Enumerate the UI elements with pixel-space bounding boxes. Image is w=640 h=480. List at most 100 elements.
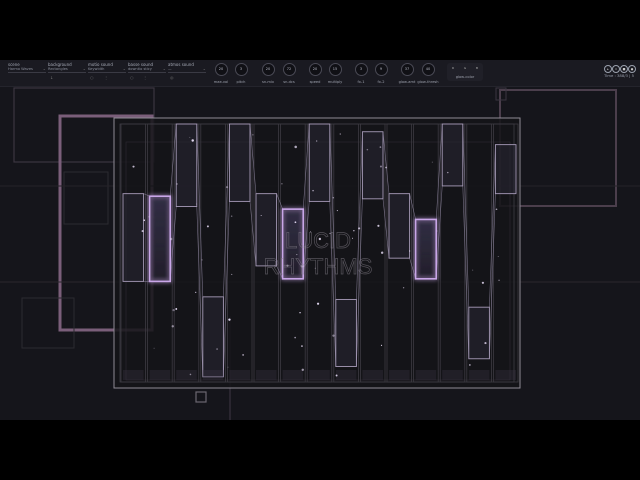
- transport-controls: ▸ ॥ ■ ●: [604, 65, 638, 73]
- stop-icon[interactable]: ■: [620, 65, 628, 73]
- particle: [332, 197, 335, 199]
- particle: [201, 259, 203, 261]
- particle: [216, 348, 218, 350]
- knob-dial[interactable]: 37: [400, 63, 414, 76]
- rhythm-bar: [148, 195, 172, 283]
- scene-dropdown[interactable]: scene Harmo Waves: [8, 62, 46, 73]
- rhythm-bar: [441, 123, 464, 187]
- particle: [171, 325, 174, 328]
- particle: [132, 165, 135, 168]
- motio-sound-dropdown[interactable]: motio sound Keywidth: [88, 62, 126, 73]
- bar-base-glow: [389, 370, 410, 380]
- record-icon[interactable]: ●: [628, 65, 636, 73]
- bar-base-glow: [123, 370, 144, 380]
- basse-option-icon-a[interactable]: ○: [130, 75, 134, 80]
- motio-option-icon-a[interactable]: ○: [90, 75, 94, 80]
- rhythm-bar: [414, 218, 438, 280]
- particle: [379, 146, 382, 148]
- bar-base-glow: [442, 370, 463, 380]
- particle: [301, 368, 304, 371]
- particle: [228, 318, 231, 321]
- particle: [385, 166, 387, 169]
- motio-option-icon-b[interactable]: ⋮: [104, 75, 108, 80]
- basse-sound-value[interactable]: downtio sticy: [128, 66, 166, 73]
- knob-dial[interactable]: 9: [374, 63, 388, 76]
- background-value[interactable]: Rectangles: [48, 66, 86, 73]
- knob-label: glow-thresh: [417, 80, 439, 84]
- scene-value[interactable]: Harmo Waves: [8, 66, 46, 73]
- particle: [153, 347, 155, 349]
- particle: [294, 336, 296, 339]
- bar-base-glow: [149, 370, 171, 380]
- rhythm-bar: [308, 123, 331, 202]
- background-option-icon[interactable]: ↓: [50, 75, 53, 80]
- bg-rect: [63, 171, 109, 225]
- bg-rect: [21, 297, 75, 349]
- particle: [260, 215, 262, 216]
- rhythm-bar: [122, 193, 145, 282]
- particle: [336, 210, 338, 212]
- particle: [169, 237, 173, 241]
- rhythm-bar: [335, 298, 357, 367]
- particle: [175, 308, 178, 310]
- pause-icon[interactable]: ॥: [612, 65, 620, 73]
- particle: [339, 133, 341, 135]
- glow-color-picker[interactable]: R G B glow-color: [447, 63, 483, 81]
- particle: [294, 221, 297, 224]
- glow-color-g[interactable]: G: [462, 65, 468, 71]
- particle: [230, 215, 233, 217]
- particle: [196, 203, 198, 205]
- glow-color-r[interactable]: R: [450, 65, 456, 71]
- particle: [316, 302, 320, 305]
- knob-dial[interactable]: 15: [328, 63, 342, 76]
- particle: [498, 279, 500, 281]
- knob-dial[interactable]: 40: [421, 63, 435, 76]
- particle: [195, 291, 197, 294]
- rhythm-bar: [468, 306, 490, 360]
- rhythm-bar: [202, 296, 224, 378]
- knob-pitch[interactable]: 3 pitch: [226, 63, 256, 84]
- background-dropdown[interactable]: background Rectangles: [48, 62, 86, 73]
- knob-glow-thresh[interactable]: 40 glow-thresh: [413, 63, 443, 84]
- bar-base-glow: [282, 370, 304, 380]
- glow-color-b[interactable]: B: [474, 65, 480, 71]
- atmos-option-icon[interactable]: ◎: [170, 75, 174, 80]
- knob-dial[interactable]: 3: [234, 63, 248, 76]
- particle: [495, 208, 498, 211]
- basse-option-icon-b[interactable]: ⋮: [143, 75, 147, 80]
- control-toolbar: scene Harmo Waves background Rectangles …: [0, 60, 640, 87]
- title-line-1: LUCID: [285, 228, 351, 253]
- particle: [358, 227, 361, 230]
- letterbox-top: [0, 0, 640, 60]
- particle: [353, 230, 355, 232]
- particle: [366, 148, 369, 151]
- play-icon[interactable]: ▸: [604, 65, 612, 73]
- particle: [176, 183, 178, 185]
- particle: [191, 139, 194, 142]
- title-line-2: RHYTHMS: [264, 254, 373, 279]
- particle: [481, 281, 485, 284]
- particle: [189, 373, 192, 376]
- bar-base-glow: [309, 370, 330, 380]
- particle: [335, 374, 338, 377]
- basse-sound-dropdown[interactable]: basse sound downtio sticy: [128, 62, 166, 73]
- atmos-sound-value[interactable]: —: [168, 66, 206, 73]
- knob-dial[interactable]: 20: [261, 63, 275, 76]
- particle: [227, 366, 229, 368]
- rhythm-bar: [494, 144, 517, 195]
- bar-base-glow: [256, 370, 277, 380]
- motio-sound-value[interactable]: Keywidth: [88, 66, 126, 73]
- bar-base-glow: [202, 370, 224, 380]
- particle: [377, 224, 380, 227]
- bar-base-glow: [415, 370, 437, 380]
- knob-dial[interactable]: 72: [282, 63, 296, 76]
- particle: [436, 230, 438, 232]
- particle: [332, 334, 335, 337]
- visualizer-stage: LUCID RHYTHMS: [0, 87, 640, 420]
- particle: [231, 273, 233, 275]
- atmos-sound-dropdown[interactable]: atmos sound —: [168, 62, 206, 73]
- particle: [206, 225, 209, 228]
- particle: [380, 344, 383, 347]
- bar-base-glow: [495, 370, 516, 380]
- particle: [409, 250, 411, 252]
